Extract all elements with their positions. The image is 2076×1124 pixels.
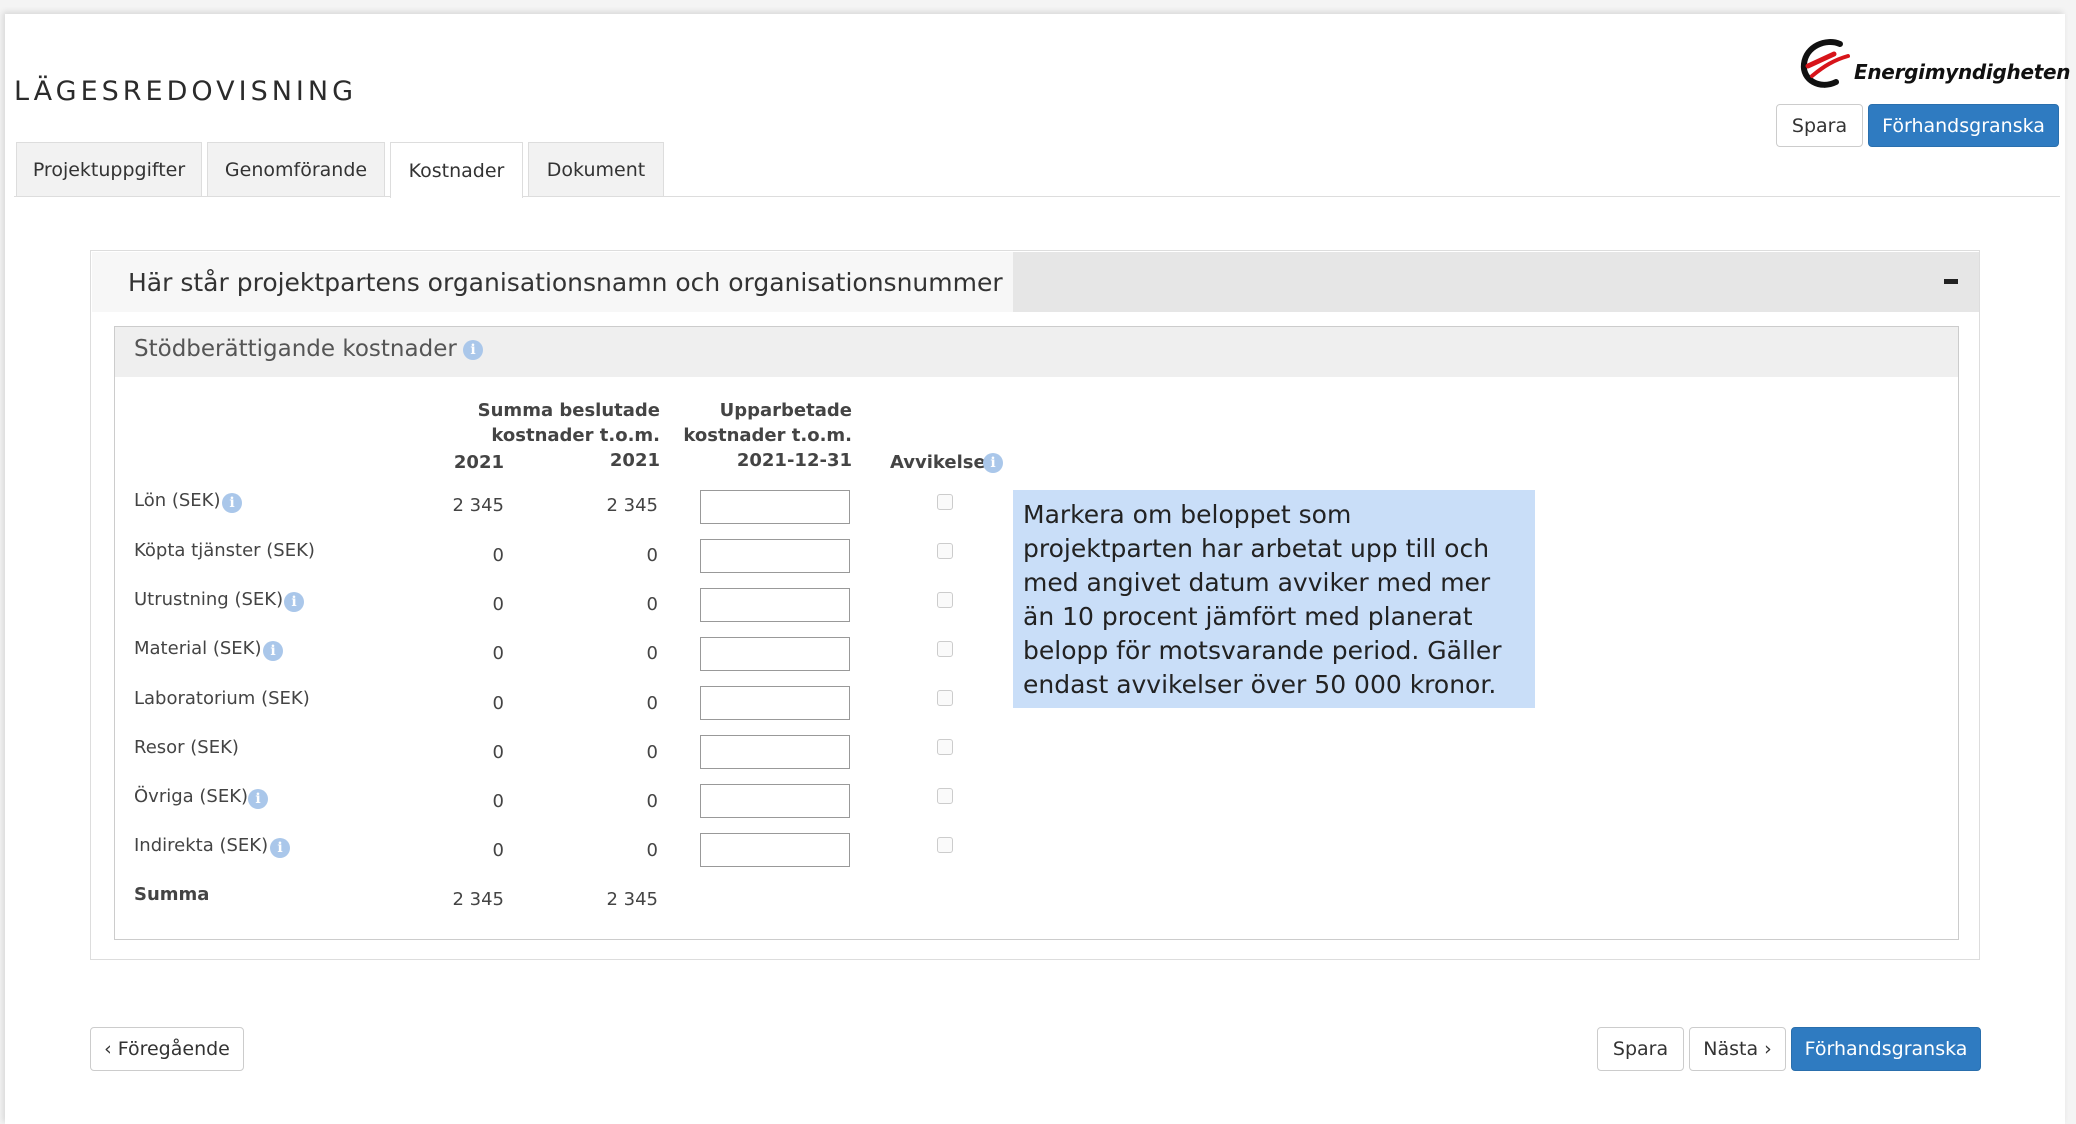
deviation-info-icon[interactable]: i xyxy=(983,453,1003,473)
resor-input[interactable] xyxy=(700,735,850,769)
row-laboratorium-v2: 0 xyxy=(646,693,658,714)
row-label-kopta-tjanster: Köpta tjänster (SEK) xyxy=(134,540,315,561)
tab-dokument[interactable]: Dokument xyxy=(528,142,664,196)
row-label-lon: Lön (SEK) xyxy=(134,490,221,511)
kopta-tjanster-input[interactable] xyxy=(700,539,850,573)
row-indirekta-v1: 0 xyxy=(492,840,504,861)
footer-preview-button[interactable]: Förhandsgranska xyxy=(1791,1027,1981,1071)
row-lon-v2: 2 345 xyxy=(606,495,658,516)
previous-button[interactable]: ‹ Föregående xyxy=(90,1027,244,1071)
header-preview-button[interactable]: Förhandsgranska xyxy=(1868,104,2059,147)
resor-deviation-checkbox[interactable] xyxy=(937,739,953,755)
tab-divider xyxy=(14,196,2060,197)
row-resor-v2: 0 xyxy=(646,742,658,763)
row-lon-v1: 2 345 xyxy=(452,495,504,516)
row-utrustning-v1: 0 xyxy=(492,594,504,615)
ovriga-input[interactable] xyxy=(700,784,850,818)
utrustning-input[interactable] xyxy=(700,588,850,622)
lon-input[interactable] xyxy=(700,490,850,524)
next-button[interactable]: Nästa › xyxy=(1689,1027,1786,1071)
chevron-right-icon: › xyxy=(1764,1038,1772,1060)
material-deviation-checkbox[interactable] xyxy=(937,641,953,657)
header-save-button[interactable]: Spara xyxy=(1776,104,1863,147)
laboratorium-deviation-checkbox[interactable] xyxy=(937,690,953,706)
utrustning-info-icon[interactable]: i xyxy=(284,592,304,612)
ovriga-deviation-checkbox[interactable] xyxy=(937,788,953,804)
row-ovriga-v1: 0 xyxy=(492,791,504,812)
row-label-laboratorium: Laboratorium (SEK) xyxy=(134,688,310,709)
tab-genomforande[interactable]: Genomförande xyxy=(207,142,385,196)
row-material-v2: 0 xyxy=(646,643,658,664)
logo-mark-icon xyxy=(1800,39,1850,88)
row-label-material: Material (SEK) xyxy=(134,638,262,659)
row-kopta-v2: 0 xyxy=(646,545,658,566)
row-label-indirekta: Indirekta (SEK) xyxy=(134,835,269,856)
tab-projektuppgifter[interactable]: Projektuppgifter xyxy=(16,142,202,196)
deviation-tooltip: Markera om beloppet som projektparten ha… xyxy=(1013,490,1535,708)
sum-label: Summa xyxy=(134,884,210,905)
material-input[interactable] xyxy=(700,637,850,671)
section-info-icon[interactable]: i xyxy=(463,340,483,360)
chevron-left-icon: ‹ xyxy=(104,1038,112,1060)
energimyndigheten-logo: Energimyndigheten xyxy=(1796,36,2070,92)
row-label-resor: Resor (SEK) xyxy=(134,737,239,758)
footer-save-button[interactable]: Spara xyxy=(1597,1027,1684,1071)
costs-section-title: Stödberättigande kostnader xyxy=(134,336,457,362)
indirekta-info-icon[interactable]: i xyxy=(270,838,290,858)
utrustning-deviation-checkbox[interactable] xyxy=(937,592,953,608)
row-ovriga-v2: 0 xyxy=(646,791,658,812)
col-decided-header: Summa beslutade kostnader t.o.m. 2021 xyxy=(477,400,660,471)
ovriga-info-icon[interactable]: i xyxy=(248,789,268,809)
collapse-icon[interactable] xyxy=(1944,279,1958,284)
page-title: LÄGESREDOVISNING xyxy=(14,76,358,107)
row-utrustning-v2: 0 xyxy=(646,594,658,615)
lon-info-icon[interactable]: i xyxy=(222,493,242,513)
row-label-ovriga: Övriga (SEK) xyxy=(134,786,249,807)
laboratorium-input[interactable] xyxy=(700,686,850,720)
row-label-utrustning: Utrustning (SEK) xyxy=(134,589,284,610)
col-deviation-header: Avvikelse xyxy=(890,452,986,473)
indirekta-deviation-checkbox[interactable] xyxy=(937,837,953,853)
material-info-icon[interactable]: i xyxy=(263,641,283,661)
kopta-tjanster-deviation-checkbox[interactable] xyxy=(937,543,953,559)
sum-v1: 2 345 xyxy=(452,889,504,910)
lon-deviation-checkbox[interactable] xyxy=(937,494,953,510)
sum-v2: 2 345 xyxy=(606,889,658,910)
indirekta-input[interactable] xyxy=(700,833,850,867)
panel-title: Här står projektpartens organisationsnam… xyxy=(92,252,1013,312)
row-laboratorium-v1: 0 xyxy=(492,693,504,714)
row-kopta-v1: 0 xyxy=(492,545,504,566)
row-indirekta-v2: 0 xyxy=(646,840,658,861)
col-worked-header: Upparbetade kostnader t.o.m. 2021-12-31 xyxy=(683,400,852,471)
tab-kostnader[interactable]: Kostnader xyxy=(390,142,523,198)
row-material-v1: 0 xyxy=(492,643,504,664)
logo-text: Energimyndigheten xyxy=(1854,60,2071,84)
row-resor-v1: 0 xyxy=(492,742,504,763)
